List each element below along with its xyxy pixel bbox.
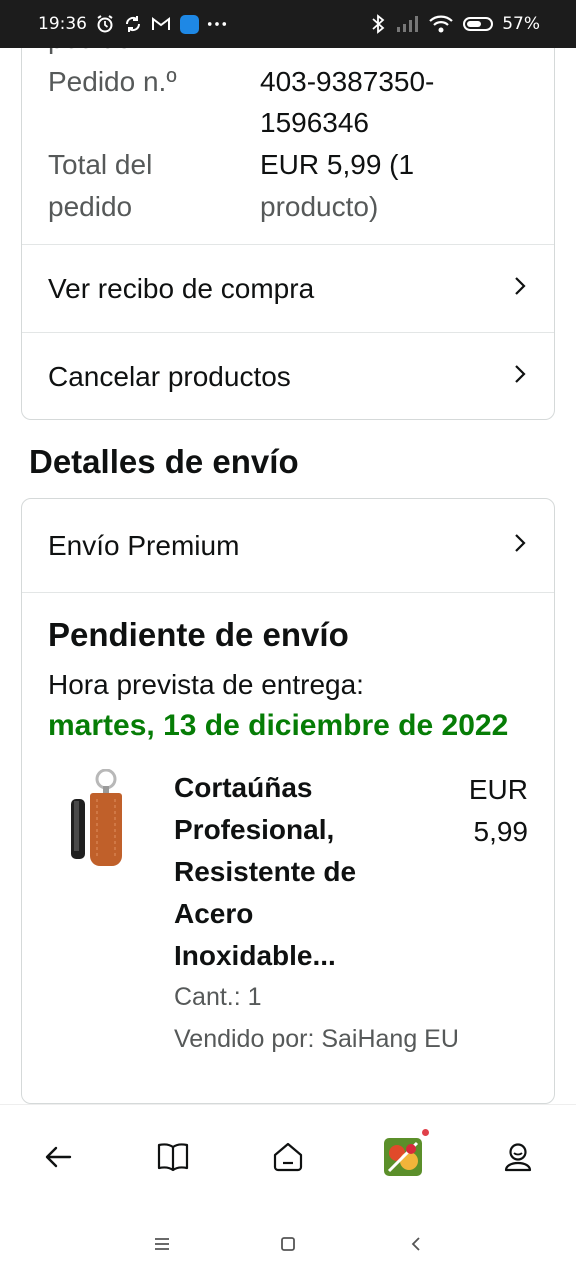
product-quantity: Cant.: 1 bbox=[174, 983, 262, 1011]
order-total-label-line1: Total del bbox=[48, 149, 153, 180]
status-left: 19:36 bbox=[38, 14, 227, 34]
app-icon bbox=[179, 14, 199, 34]
eta-label: Hora prevista de entrega: bbox=[48, 669, 364, 700]
status-time: 19:36 bbox=[38, 14, 87, 34]
shipping-card: Envío Premium Pendiente de envío Hora pr… bbox=[21, 498, 555, 1104]
order-total-value-line1: EUR 5,99 (1 bbox=[260, 149, 415, 180]
order-total-label-line2: pedido bbox=[48, 191, 133, 222]
system-nav bbox=[0, 1208, 576, 1280]
menu-icon[interactable] bbox=[150, 1232, 174, 1256]
product-name[interactable]: Cortaúñas Profesional, Resistente de Ace… bbox=[174, 767, 394, 977]
price-amount: 5,99 bbox=[473, 816, 529, 847]
home-square-icon[interactable] bbox=[276, 1232, 300, 1256]
order-total-value-line2: producto) bbox=[260, 191, 379, 222]
battery-percent: 57% bbox=[502, 14, 540, 34]
signal-icon bbox=[396, 14, 420, 34]
sync-icon bbox=[123, 14, 143, 34]
order-details-content[interactable]: pedido Pedido n.º 403-9387350- 1596346 T… bbox=[0, 48, 576, 1104]
order-summary-card: pedido Pedido n.º 403-9387350- 1596346 T… bbox=[21, 48, 555, 420]
bottom-nav bbox=[0, 1104, 576, 1210]
shipping-method-row[interactable]: Envío Premium bbox=[22, 499, 554, 593]
product-name-line: Inoxidable... bbox=[174, 940, 336, 971]
cancel-products-row[interactable]: Cancelar productos bbox=[22, 332, 554, 420]
book-icon[interactable] bbox=[153, 1137, 193, 1177]
home-icon[interactable] bbox=[268, 1137, 308, 1177]
product-name-line: Resistente de bbox=[174, 856, 357, 887]
fruit-game-app-icon[interactable] bbox=[383, 1129, 429, 1177]
product-name-line: Acero bbox=[174, 898, 254, 929]
order-number-label: Pedido n.º bbox=[48, 66, 177, 97]
more-dots-icon bbox=[207, 14, 227, 34]
product-seller: Vendido por: SaiHang EU bbox=[174, 1025, 459, 1053]
order-number-value-line1: 403-9387350- bbox=[260, 66, 435, 97]
battery-icon bbox=[462, 14, 494, 34]
view-receipt-row[interactable]: Ver recibo de compra bbox=[22, 244, 554, 332]
view-receipt-label: Ver recibo de compra bbox=[48, 272, 315, 304]
gmail-icon bbox=[151, 14, 171, 34]
back-arrow-icon[interactable] bbox=[38, 1137, 78, 1177]
order-number-value-line2: 1596346 bbox=[260, 107, 370, 138]
product-name-line: Profesional, bbox=[174, 814, 335, 845]
eta-date: martes, 13 de diciembre de 2022 bbox=[48, 709, 509, 742]
shipment-status-title: Pendiente de envío bbox=[48, 616, 349, 653]
chevron-right-icon bbox=[512, 273, 528, 305]
product-image[interactable] bbox=[66, 768, 134, 869]
chevron-right-icon bbox=[512, 361, 528, 393]
chevron-right-icon bbox=[512, 530, 528, 562]
bluetooth-icon bbox=[368, 14, 388, 34]
wifi-icon bbox=[428, 14, 454, 34]
order-date-label-cut: pedido bbox=[48, 48, 132, 59]
product-price: EUR 5,99 bbox=[438, 769, 528, 853]
back-chevron-icon[interactable] bbox=[404, 1232, 428, 1256]
status-right: 57% bbox=[368, 14, 540, 34]
status-bar: 19:36 57% bbox=[0, 0, 576, 48]
shipping-section-title: Detalles de envío bbox=[29, 443, 299, 480]
profile-icon[interactable] bbox=[498, 1137, 538, 1177]
cancel-products-label: Cancelar productos bbox=[48, 360, 291, 392]
notification-dot bbox=[422, 1129, 429, 1136]
alarm-icon bbox=[95, 14, 115, 34]
product-name-line: Cortaúñas bbox=[174, 772, 313, 803]
shipping-method-label: Envío Premium bbox=[48, 529, 240, 561]
price-currency: EUR bbox=[468, 774, 528, 805]
